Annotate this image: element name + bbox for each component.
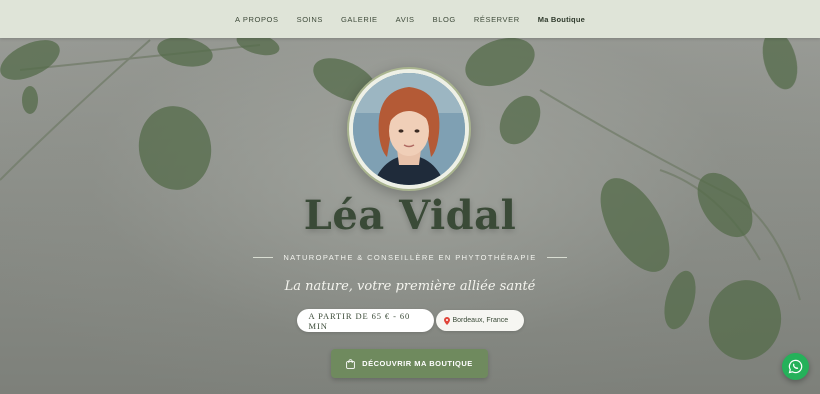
- whatsapp-chat-button[interactable]: [782, 353, 809, 380]
- portrait-image: [353, 73, 465, 185]
- hero-section: A PROPOS SOINS GALERIE AVIS BLOG RÉSERVE…: [0, 0, 820, 394]
- nav-item-reserver[interactable]: RÉSERVER: [474, 15, 520, 24]
- divider-right: [546, 257, 567, 258]
- location-badge: Bordeaux, France: [435, 310, 524, 331]
- nav-item-blog[interactable]: BLOG: [433, 15, 456, 24]
- tagline: La nature, votre première alliée santé: [284, 279, 536, 294]
- nav-item-ma-boutique[interactable]: Ma Boutique: [538, 15, 585, 24]
- map-pin-icon: [443, 316, 450, 325]
- profile-photo-frame: [347, 67, 471, 191]
- subtitle-row: NATUROPATHE & CONSEILLÈRE EN PHYTOTHÉRAP…: [0, 253, 820, 262]
- whatsapp-icon: [788, 359, 803, 374]
- page-title: Léa Vidal: [303, 192, 517, 239]
- top-navigation: A PROPOS SOINS GALERIE AVIS BLOG RÉSERVE…: [0, 0, 820, 38]
- nav-item-galerie[interactable]: GALERIE: [341, 15, 378, 24]
- nav-item-soins[interactable]: SOINS: [297, 15, 323, 24]
- avatar: [353, 73, 465, 185]
- location-text: Bordeaux, France: [452, 317, 509, 324]
- discover-shop-button[interactable]: DÉCOUVRIR MA BOUTIQUE: [331, 349, 488, 378]
- info-pills: A PARTIR DE 65 € - 60 MIN Bordeaux, Fran…: [0, 309, 820, 332]
- discover-shop-label: DÉCOUVRIR MA BOUTIQUE: [362, 359, 473, 368]
- profession-subtitle: NATUROPATHE & CONSEILLÈRE EN PHYTOTHÉRAP…: [283, 253, 537, 262]
- shopping-bag-icon: [346, 358, 356, 369]
- divider-left: [253, 257, 274, 258]
- nav-item-avis[interactable]: AVIS: [396, 15, 415, 24]
- nav-item-a-propos[interactable]: A PROPOS: [235, 15, 279, 24]
- price-badge: A PARTIR DE 65 € - 60 MIN: [296, 309, 434, 332]
